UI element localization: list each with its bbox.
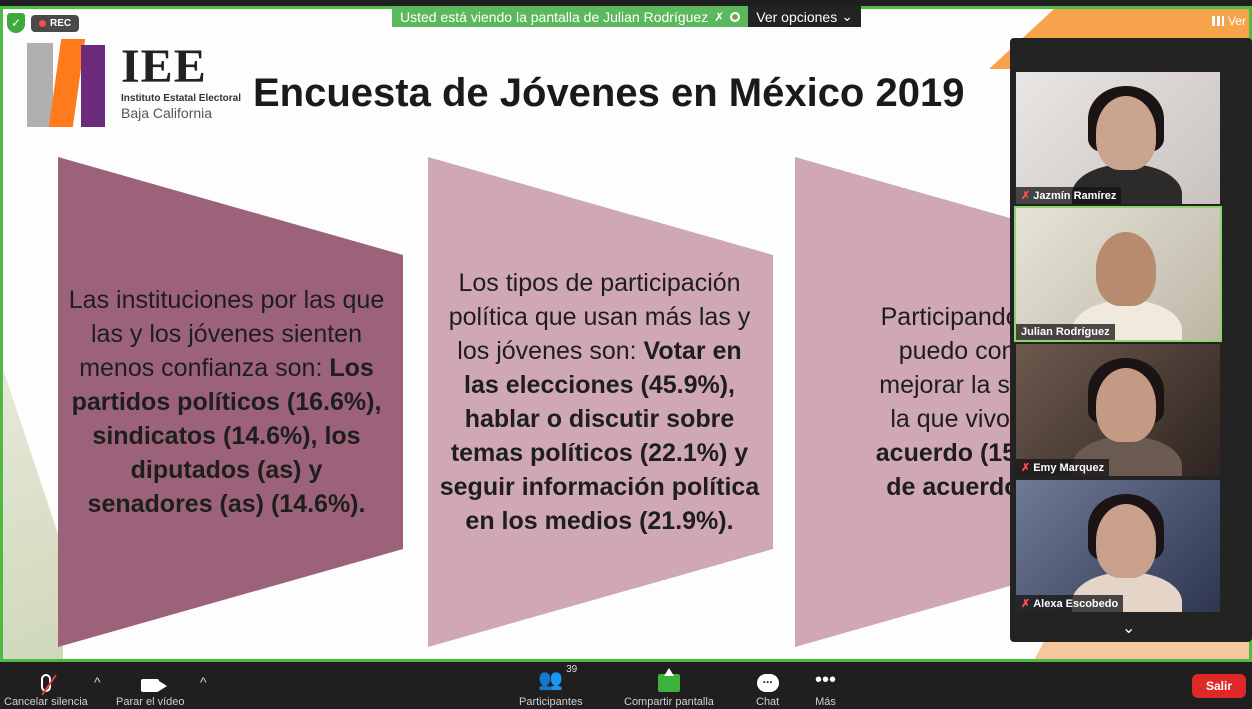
gallery-view-icon bbox=[1211, 16, 1224, 26]
rec-label: REC bbox=[50, 17, 72, 29]
meeting-toolbar: Cancelar silencia ^ Parar el vídeo ^ 👥 3… bbox=[0, 662, 1252, 709]
view-options-button[interactable]: Ver opciones ⌄ bbox=[748, 6, 861, 27]
chat-icon: ... bbox=[756, 673, 779, 692]
participant-video bbox=[1096, 232, 1156, 306]
video-tile-active-speaker[interactable]: Julian Rodríguez bbox=[1014, 206, 1222, 342]
slide-box-1: Las instituciones por las que las y los … bbox=[58, 157, 403, 647]
shield-icon: ✓ bbox=[7, 13, 25, 33]
mic-off-icon: ✗ bbox=[1021, 598, 1031, 610]
chevron-down-icon: ⌄ bbox=[841, 8, 853, 24]
participant-name-tag: ✗ Jazmín Ramírez bbox=[1016, 187, 1122, 204]
more-icon: ••• bbox=[815, 669, 837, 691]
video-tile[interactable]: ✗ Emy Marquez bbox=[1016, 344, 1220, 476]
stop-video-button[interactable]: Parar el vídeo bbox=[116, 666, 184, 708]
mic-muted-icon bbox=[40, 674, 57, 696]
slide-box-2: Los tipos de participación política que … bbox=[428, 157, 773, 647]
chevron-up-icon[interactable]: ^ bbox=[200, 674, 207, 690]
rec-badge: REC bbox=[31, 14, 80, 32]
logo-line1: Instituto Estatal Electoral bbox=[121, 93, 242, 104]
share-screen-button[interactable]: Compartir pantalla bbox=[624, 666, 714, 708]
participant-video bbox=[1096, 368, 1156, 442]
chat-button[interactable]: ... Chat bbox=[756, 666, 779, 708]
participant-name-tag: ✗ Emy Marquez bbox=[1016, 459, 1110, 476]
record-dot-icon bbox=[39, 19, 46, 27]
video-tile[interactable]: ✗ Alexa Escobedo bbox=[1016, 480, 1220, 612]
more-button[interactable]: ••• Más bbox=[815, 666, 836, 708]
mic-off-icon: ✗ bbox=[1021, 190, 1031, 202]
share-banner: Usted está viendo la pantalla de Julian … bbox=[392, 6, 861, 27]
view-label: Ver bbox=[1227, 14, 1246, 28]
share-banner-text-area: Usted está viendo la pantalla de Julian … bbox=[392, 6, 749, 27]
share-screen-icon bbox=[657, 668, 680, 692]
logo-line2: Baja California bbox=[121, 105, 213, 121]
slide-box-1-text: Las instituciones por las que las y los … bbox=[68, 286, 385, 518]
record-icon bbox=[730, 11, 741, 22]
logo-name: IEE bbox=[121, 40, 207, 93]
participants-count: 39 bbox=[566, 664, 578, 675]
leave-button[interactable]: Salir bbox=[1191, 674, 1246, 698]
slide-decoration bbox=[3, 369, 63, 659]
participant-video bbox=[1096, 504, 1156, 578]
participants-icon: 👥 bbox=[538, 669, 564, 691]
view-options-label: Ver opciones bbox=[756, 8, 838, 25]
mic-off-icon: ✗ bbox=[1021, 462, 1031, 474]
view-button[interactable]: Ver bbox=[1211, 14, 1246, 28]
mic-off-icon: ✗ bbox=[714, 9, 725, 24]
share-banner-text: Usted está viendo la pantalla de Julian … bbox=[400, 8, 709, 25]
participant-gallery: ✗ Jazmín Ramírez Julian Rodríguez ✗ Emy … bbox=[1010, 38, 1252, 642]
video-tile[interactable]: ✗ Jazmín Ramírez bbox=[1016, 72, 1220, 204]
slide-box-2-text: Los tipos de participación política que … bbox=[439, 269, 760, 535]
video-camera-icon bbox=[141, 679, 168, 692]
chevron-up-icon[interactable]: ^ bbox=[94, 674, 101, 690]
participant-video bbox=[1096, 96, 1156, 170]
participant-name-tag: ✗ Alexa Escobedo bbox=[1016, 595, 1124, 612]
chevron-down-icon[interactable]: ⌄ bbox=[1122, 618, 1135, 638]
participant-name-tag: Julian Rodríguez bbox=[1016, 324, 1115, 340]
iee-logo: IEE Instituto Estatal Electoral Baja Cal… bbox=[25, 21, 241, 131]
iee-logo-mark bbox=[25, 39, 107, 127]
recording-indicator: ✓ REC bbox=[7, 13, 80, 33]
unmute-button[interactable]: Cancelar silencia bbox=[4, 666, 88, 708]
participants-button[interactable]: 👥 39 Participantes bbox=[519, 664, 583, 708]
slide-title: Encuesta de Jóvenes en México 2019 bbox=[253, 71, 965, 115]
